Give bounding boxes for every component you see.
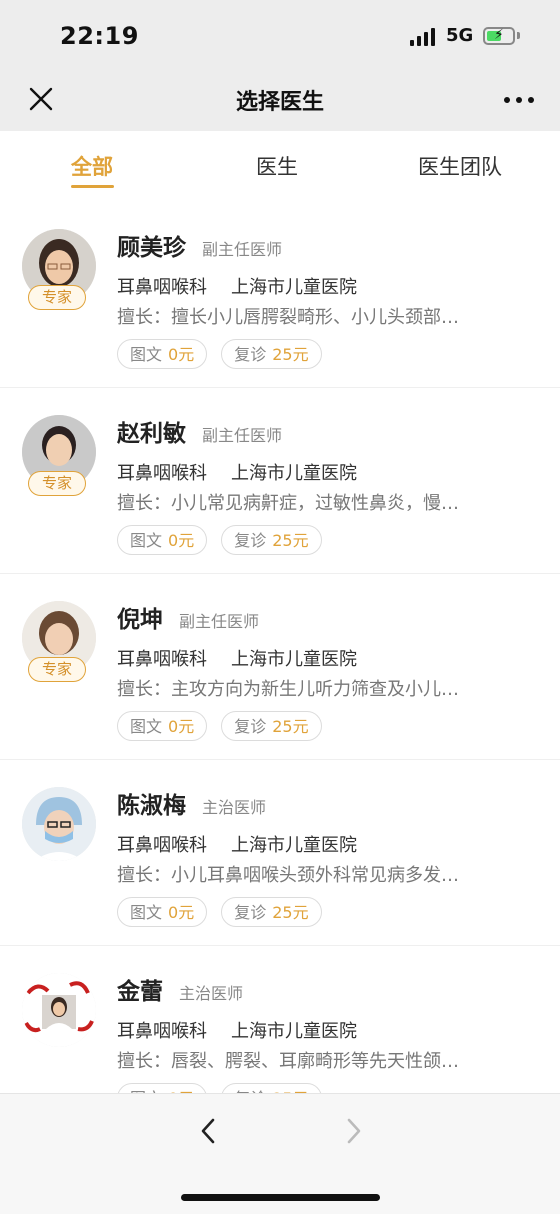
consult-text-pill[interactable]: 图文 0元 — [117, 897, 208, 927]
department: 耳鼻咽喉科 — [117, 277, 207, 298]
doctor-title: 副主任医师 — [202, 240, 283, 259]
specialty: 擅长：擅长小儿唇腭裂畸形、小儿头颈部… — [117, 307, 459, 328]
doctor-name: 陈淑梅 — [117, 793, 186, 819]
chevron-left-icon[interactable] — [194, 1116, 224, 1146]
more-icon[interactable] — [504, 95, 536, 105]
hospital: 上海市儿童医院 — [231, 277, 357, 298]
hospital: 上海市儿童医院 — [231, 463, 357, 484]
signal-icon — [410, 28, 436, 46]
pill-price: 25元 — [272, 903, 309, 922]
pill-label: 复诊 — [234, 345, 267, 364]
pill-price: 0元 — [168, 903, 195, 922]
doctor-card[interactable]: 专家 顾美珍 副主任医师 耳鼻咽喉科 上海市儿童医院 擅长：擅长小儿唇腭裂畸形、小儿… — [0, 202, 560, 388]
followup-pill[interactable]: 复诊 25元 — [221, 897, 322, 927]
department: 耳鼻咽喉科 — [117, 835, 207, 856]
pill-price: 0元 — [168, 345, 195, 364]
pill-label: 图文 — [130, 345, 163, 364]
doctor-title: 副主任医师 — [202, 426, 283, 445]
pill-label: 复诊 — [234, 717, 267, 736]
doctor-name: 倪坤 — [117, 607, 163, 633]
consult-text-pill[interactable]: 图文 0元 — [117, 339, 208, 369]
specialty: 擅长：主攻方向为新生儿听力筛查及小儿… — [117, 679, 459, 700]
chevron-right-icon[interactable] — [338, 1116, 368, 1146]
doctor-card[interactable]: 专家 赵利敏 副主任医师 耳鼻咽喉科 上海市儿童医院 擅长：小儿常见病鼾症，过敏性鼻… — [0, 388, 560, 574]
pill-price: 25元 — [272, 717, 309, 736]
specialty: 擅长：小儿耳鼻咽喉头颈外科常见病多发… — [117, 865, 459, 886]
tab-doctors[interactable]: 医生 — [256, 151, 298, 181]
nav-bar: 选择医生 — [0, 72, 560, 131]
pill-price: 25元 — [272, 531, 309, 550]
doctor-name: 顾美珍 — [117, 235, 186, 261]
page-title: 选择医生 — [235, 90, 324, 115]
consult-text-pill[interactable]: 图文 0元 — [117, 711, 208, 741]
tab-active-indicator — [71, 185, 114, 188]
doctor-card[interactable]: 陈淑梅 主治医师 耳鼻咽喉科 上海市儿童医院 擅长：小儿耳鼻咽喉头颈外科常见病多发…… — [0, 760, 560, 946]
battery-cap — [517, 32, 520, 39]
doctor-list: 专家 顾美珍 副主任医师 耳鼻咽喉科 上海市儿童医院 擅长：擅长小儿唇腭裂畸形、小儿… — [0, 202, 560, 1132]
status-time: 22:19 — [60, 22, 139, 50]
pill-label: 图文 — [130, 717, 163, 736]
specialty: 擅长：唇裂、腭裂、耳廓畸形等先天性颌… — [117, 1051, 459, 1072]
network-type: 5G — [446, 25, 474, 46]
avatar — [22, 787, 96, 861]
hospital: 上海市儿童医院 — [231, 1021, 357, 1042]
browser-toolbar — [0, 1093, 560, 1214]
doctor-title: 主治医师 — [179, 984, 244, 1003]
followup-pill[interactable]: 复诊 25元 — [221, 339, 322, 369]
status-bar: 22:19 5G ⚡ — [0, 0, 560, 72]
pill-label: 复诊 — [234, 531, 267, 550]
tab-bar: 全部 医生 医生团队 — [0, 131, 560, 203]
followup-pill[interactable]: 复诊 25元 — [221, 711, 322, 741]
consult-text-pill[interactable]: 图文 0元 — [117, 525, 208, 555]
tab-all[interactable]: 全部 — [71, 151, 113, 181]
expert-badge: 专家 — [28, 285, 86, 310]
department: 耳鼻咽喉科 — [117, 649, 207, 670]
specialty: 擅长：小儿常见病鼾症，过敏性鼻炎，慢… — [117, 493, 459, 514]
avatar — [22, 973, 96, 1047]
doctor-title: 主治医师 — [202, 798, 267, 817]
department: 耳鼻咽喉科 — [117, 463, 207, 484]
doctor-name: 赵利敏 — [117, 421, 186, 447]
pill-label: 复诊 — [234, 903, 267, 922]
home-indicator — [181, 1194, 380, 1201]
tab-doctor-teams[interactable]: 医生团队 — [418, 151, 502, 181]
hospital: 上海市儿童医院 — [231, 649, 357, 670]
pill-label: 图文 — [130, 903, 163, 922]
pill-price: 0元 — [168, 531, 195, 550]
doctor-card[interactable]: 专家 倪坤 副主任医师 耳鼻咽喉科 上海市儿童医院 擅长：主攻方向为新生儿听力筛查及… — [0, 574, 560, 760]
department: 耳鼻咽喉科 — [117, 1021, 207, 1042]
doctor-title: 副主任医师 — [179, 612, 260, 631]
battery-icon: ⚡ — [483, 27, 515, 45]
pill-price: 25元 — [272, 345, 309, 364]
doctor-name: 金蕾 — [117, 979, 163, 1005]
expert-badge: 专家 — [28, 657, 86, 682]
pill-label: 图文 — [130, 531, 163, 550]
pill-price: 0元 — [168, 717, 195, 736]
hospital: 上海市儿童医院 — [231, 835, 357, 856]
expert-badge: 专家 — [28, 471, 86, 496]
followup-pill[interactable]: 复诊 25元 — [221, 525, 322, 555]
